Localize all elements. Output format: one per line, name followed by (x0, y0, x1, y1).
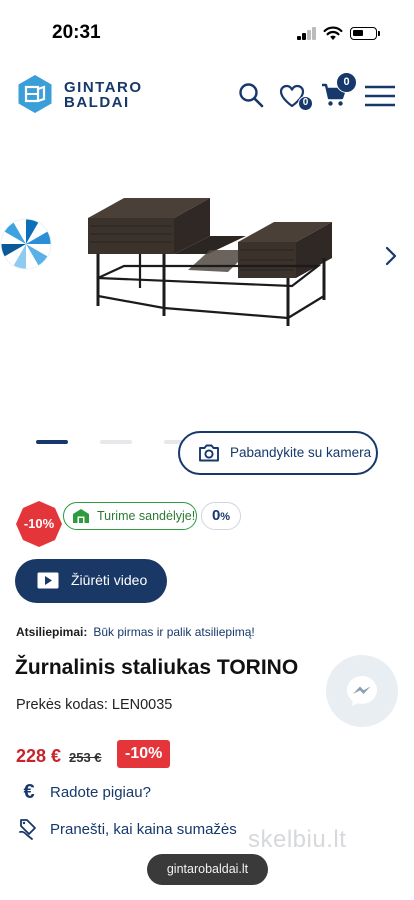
status-bar: 20:31 (0, 0, 414, 60)
price-alert-label: Pranešti, kai kaina sumažės (50, 821, 237, 838)
brand-logo-icon[interactable] (15, 74, 55, 114)
wishlist-button[interactable]: 0 (279, 83, 313, 111)
reviews-label: Atsiliepimai: (16, 625, 88, 639)
camera-icon (199, 444, 219, 462)
in-stock-label: Turime sandėlyje! (97, 509, 196, 523)
in-stock-badge: Turime sandėlyje! (63, 502, 197, 530)
cart-count-badge: 0 (336, 72, 357, 93)
price-old: 253 € (69, 750, 102, 765)
price-current: 228 € (16, 746, 62, 766)
found-cheaper-label: Radote pigiau? (50, 784, 151, 801)
site-header: GINTARO BALDAI 0 0 (0, 68, 414, 124)
euro-icon: € (23, 781, 35, 803)
loading-spinner-icon (0, 218, 52, 270)
installment-badge[interactable]: 0% (201, 502, 241, 530)
cart-button[interactable]: 0 (321, 72, 357, 110)
try-with-camera-button[interactable]: Pabandykite su kamera (178, 431, 378, 475)
hamburger-menu-icon[interactable] (364, 84, 396, 108)
chevron-right-icon[interactable] (380, 245, 402, 267)
discount-badge-label: -10% (23, 516, 55, 531)
messenger-chat-button[interactable] (326, 655, 398, 727)
reviews-row: Atsiliepimai: Būk pirmas ir palik atsilie… (16, 625, 255, 639)
brand-name[interactable]: GINTARO BALDAI (64, 80, 143, 110)
installment-unit: % (220, 511, 231, 523)
watch-video-button[interactable]: Žiūrėti video (15, 559, 167, 603)
warehouse-icon (73, 509, 89, 523)
gallery-dot[interactable] (36, 440, 68, 444)
browser-url-pill[interactable]: gintarobaldai.lt (147, 854, 268, 885)
video-play-icon (37, 572, 59, 589)
wishlist-count-badge: 0 (298, 96, 313, 111)
brand-name-line1: GINTARO (64, 79, 143, 96)
battery-level (353, 30, 363, 36)
brand-name-line2: BALDAI (64, 94, 130, 111)
discount-badge: -10% (16, 501, 62, 547)
watch-video-label: Žiūrėti video (71, 572, 148, 588)
product-gallery[interactable] (0, 150, 414, 450)
battery-icon (350, 27, 380, 40)
gallery-dot[interactable] (100, 440, 132, 444)
messenger-icon (347, 676, 377, 706)
product-sku: Prekės kodas: LEN0035 (16, 697, 173, 713)
price-tag-hand-icon (19, 819, 36, 840)
product-image[interactable] (78, 188, 338, 330)
camera-button-label: Pabandykite su kamera (230, 445, 372, 460)
write-review-link[interactable]: Būk pirmas ir palik atsiliepimą! (93, 625, 254, 639)
wifi-icon (323, 26, 343, 40)
status-time: 20:31 (52, 22, 101, 43)
cellular-signal-icon (297, 27, 317, 40)
product-title: Žurnalinis staliukas TORINO (15, 656, 299, 679)
watermark: skelbiu.lt (248, 826, 347, 853)
price-discount-badge: -10% (117, 740, 171, 768)
search-icon[interactable] (238, 82, 264, 108)
